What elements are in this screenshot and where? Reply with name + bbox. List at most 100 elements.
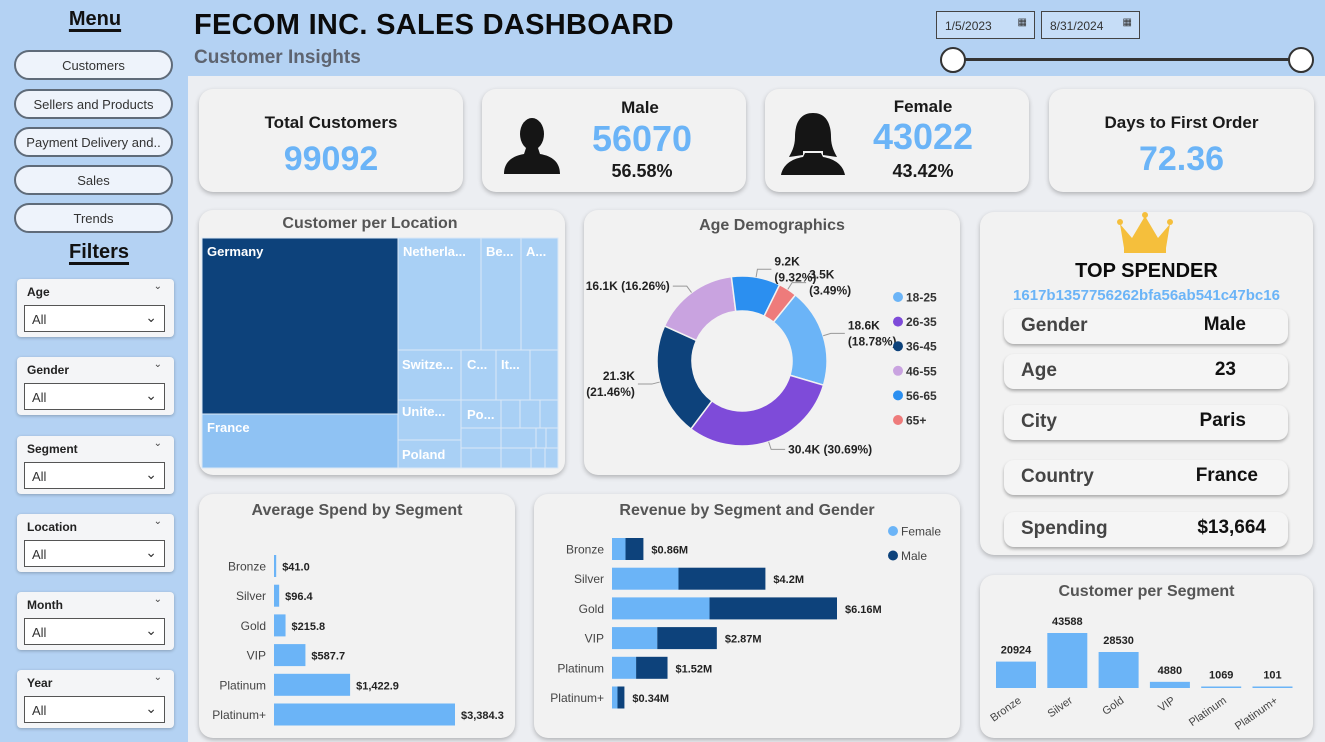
bar-VIP <box>274 644 306 667</box>
kpi-value: 99092 <box>283 140 379 178</box>
calendar-icon[interactable]: ▦ <box>1123 17 1132 28</box>
menu-item-customers[interactable]: Customers <box>14 50 173 80</box>
bar-VIP-Female <box>612 627 658 650</box>
category-label: Silver <box>574 572 604 586</box>
treemap-label: Unite... <box>402 404 445 419</box>
chevron-down-icon[interactable]: ⌄ <box>154 516 162 527</box>
treemap-other-4[interactable] <box>539 399 559 429</box>
year-select[interactable]: All ⌄ <box>24 696 165 723</box>
month-select[interactable]: All ⌄ <box>24 618 165 645</box>
legend-label: 36-45 <box>906 340 937 354</box>
category-label: Gold <box>241 619 266 633</box>
treemap-other-2[interactable] <box>500 399 521 429</box>
data-label: 30.4K (30.69%) <box>788 442 872 456</box>
treemap-germany[interactable] <box>201 237 399 415</box>
chevron-down-icon[interactable]: ⌄ <box>154 281 162 292</box>
treemap-other-6[interactable] <box>460 447 502 469</box>
treemap-other-12[interactable] <box>544 447 559 469</box>
leader-line <box>672 285 692 293</box>
row-key: Gender <box>1021 315 1088 336</box>
dropdown-arrow-icon: ⌄ <box>145 466 157 482</box>
male-silhouette-icon <box>504 118 560 174</box>
category-label: Bronze <box>228 560 266 574</box>
category-label: Bronze <box>566 543 604 557</box>
filter-month: Month ⌄ All ⌄ <box>17 592 174 650</box>
dropdown-arrow-icon: ⌄ <box>145 309 157 325</box>
bar-Platinum+-Female <box>612 686 618 709</box>
data-label: 21.3K <box>603 369 635 383</box>
kpi-value: 43022 <box>872 116 974 157</box>
filter-year: Year ⌄ All ⌄ <box>17 670 174 728</box>
legend-marker <box>893 316 903 327</box>
row-key: Country <box>1021 466 1094 487</box>
dropdown-arrow-icon: ⌄ <box>145 544 157 560</box>
treemap-other-11[interactable] <box>530 447 546 469</box>
bar-Platinum+ <box>1252 686 1293 688</box>
legend-marker <box>893 341 903 352</box>
bar-Platinum <box>1201 686 1242 688</box>
menu-item-payment-delivery[interactable]: Payment Delivery and.. <box>14 127 173 157</box>
select-value: All <box>32 469 47 484</box>
data-label: $4.2M <box>773 574 804 586</box>
data-label: 18.6K <box>848 318 880 332</box>
legend-marker <box>888 526 898 536</box>
date-slider-start-handle[interactable] <box>940 47 966 73</box>
filter-label: Year <box>27 676 53 690</box>
date-slider-end-handle[interactable] <box>1288 47 1314 73</box>
treemap[interactable]: Germany France Netherla... Be... A... Sw… <box>199 210 565 475</box>
legend-label: 18-25 <box>906 291 937 305</box>
data-label: $587.7 <box>311 651 345 663</box>
treemap-other-1[interactable] <box>529 349 559 401</box>
bar-Silver-Male <box>678 567 766 590</box>
gender-select[interactable]: All ⌄ <box>24 383 165 410</box>
legend-label: 46-55 <box>906 364 937 378</box>
treemap-other-9[interactable] <box>545 427 559 449</box>
age-demographics-panel: Age Demographics 18.6K (18.78%) 30.4K (30.… <box>584 210 960 475</box>
calendar-icon[interactable]: ▦ <box>1018 17 1027 28</box>
menu-item-trends[interactable]: Trends <box>14 203 173 233</box>
start-date-input[interactable]: 1/5/2023 ▦ <box>936 11 1035 39</box>
treemap-other-10[interactable] <box>500 447 532 469</box>
leader-line <box>755 268 772 278</box>
chevron-down-icon[interactable]: ⌄ <box>154 438 162 449</box>
category-label: Bronze <box>988 695 1023 725</box>
treemap-other-8[interactable] <box>535 427 547 449</box>
menu-item-sales[interactable]: Sales <box>14 165 173 195</box>
chevron-down-icon[interactable]: ⌄ <box>154 359 162 370</box>
age-select[interactable]: All ⌄ <box>24 305 165 332</box>
category-label: Platinum+ <box>1233 695 1280 733</box>
data-label: (3.49%) <box>809 284 851 298</box>
average-spend-chart[interactable]: Bronze $41.0 Silver $96.4 Gold $215.8 VIP $587.… <box>199 494 515 738</box>
legend-marker <box>888 550 898 561</box>
bar-Bronze-Female <box>612 538 626 560</box>
menu-item-sellers-products[interactable]: Sellers and Products <box>14 89 173 119</box>
kpi-male: Male 56070 56.58% <box>482 89 746 192</box>
end-date-input[interactable]: 8/31/2024 ▦ <box>1041 11 1140 39</box>
filter-label: Location <box>27 520 77 534</box>
row-value: Male <box>1203 314 1246 335</box>
customer-segment-chart[interactable]: 20924 Bronze 43588 Silver 28530 Gold 4880 VIP 10… <box>980 575 1313 738</box>
treemap-label: Po... <box>467 407 494 422</box>
leader-line <box>637 381 660 385</box>
date-slider-track[interactable] <box>952 58 1302 61</box>
donut-chart[interactable]: 18.6K (18.78%) 30.4K (30.69%) 21.3K (21.46%)… <box>584 210 960 475</box>
data-label: 20924 <box>1001 645 1032 657</box>
location-select[interactable]: All ⌄ <box>24 540 165 567</box>
legend-label: 56-65 <box>906 389 937 403</box>
dropdown-arrow-icon: ⌄ <box>145 700 157 716</box>
treemap-other-3[interactable] <box>519 399 541 429</box>
category-label: VIP <box>247 649 266 663</box>
chevron-down-icon[interactable]: ⌄ <box>154 594 162 605</box>
treemap-other-5[interactable] <box>460 427 502 449</box>
treemap-other-7[interactable] <box>500 427 537 449</box>
category-label: Platinum+ <box>550 691 604 705</box>
revenue-chart[interactable]: Bronze $0.86M Silver $4.2M Gold $6.16M VIP $2.8… <box>534 494 960 738</box>
kpi-percent: 43.42% <box>892 161 954 181</box>
legend-label: 65+ <box>906 414 926 428</box>
customer-per-segment-panel: Customer per Segment 20924 Bronze 43588 Sil… <box>980 575 1313 738</box>
filter-label: Month <box>27 598 63 612</box>
segment-select[interactable]: All ⌄ <box>24 462 165 489</box>
kpi-value: 72.36 <box>1138 140 1225 178</box>
chevron-down-icon[interactable]: ⌄ <box>154 672 162 683</box>
kpi-female: Female 43022 43.42% <box>765 89 1029 192</box>
